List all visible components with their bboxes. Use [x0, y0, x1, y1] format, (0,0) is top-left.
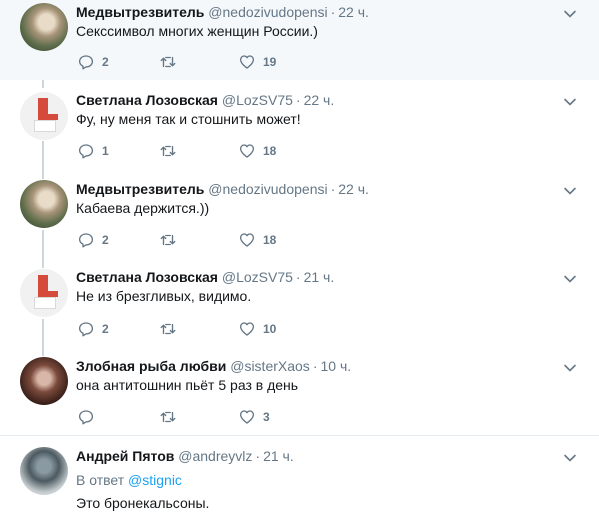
chevron-down-icon[interactable] — [562, 360, 578, 376]
retweet-button[interactable] — [159, 230, 184, 250]
tweet-text: она антитошнин пьёт 5 раз в день — [76, 377, 299, 393]
heart-icon — [239, 322, 255, 336]
chevron-down-icon[interactable] — [562, 450, 578, 466]
timestamp[interactable]: 21 ч. — [304, 269, 335, 285]
tweet-text: Это бронекальсоны. — [76, 495, 210, 511]
timestamp[interactable]: 10 ч. — [320, 358, 351, 374]
chevron-down-icon[interactable] — [562, 183, 578, 199]
reply-icon — [78, 322, 94, 337]
reply-count: 1 — [102, 144, 109, 158]
author-name[interactable]: Злобная рыба любви — [76, 358, 226, 374]
chevron-down-icon[interactable] — [562, 6, 578, 22]
retweet-button[interactable] — [159, 141, 184, 161]
like-button[interactable]: 10 — [238, 319, 276, 339]
retweet-button[interactable] — [159, 407, 184, 427]
author-handle[interactable]: @nedozivudopensi — [208, 181, 327, 197]
retweet-icon — [160, 411, 176, 423]
tweet-thread: Медвытрезвитель @nedozivudopensi · 22 ч. С… — [0, 0, 599, 521]
reply-button[interactable]: 2 — [77, 319, 109, 339]
heart-icon — [239, 55, 255, 69]
tweet-text: Не из брезгливых, видимо. — [76, 288, 252, 304]
tweet[interactable]: Светлана Лозовская @LozSV75 · 22 ч. Фу, ну… — [0, 88, 599, 177]
tweet[interactable]: Медвытрезвитель @nedozivudopensi · 22 ч. С… — [0, 0, 599, 80]
like-count: 18 — [263, 144, 277, 158]
tweet-header: Андрей Пятов @andreyvlz · 21 ч. — [76, 447, 294, 465]
timestamp[interactable]: 22 ч. — [338, 4, 369, 20]
tweet-header: Светлана Лозовская @LozSV75 · 21 ч. — [76, 268, 334, 286]
retweet-button[interactable] — [159, 52, 184, 72]
separator-dot: · — [295, 269, 301, 285]
chevron-down-icon[interactable] — [562, 271, 578, 287]
heart-icon — [239, 233, 255, 247]
avatar[interactable] — [20, 3, 68, 51]
author-name[interactable]: Медвытрезвитель — [76, 4, 204, 20]
author-name[interactable]: Светлана Лозовская — [76, 269, 218, 285]
like-button[interactable]: 18 — [238, 141, 276, 161]
like-count: 3 — [263, 410, 270, 424]
avatar[interactable] — [20, 269, 68, 317]
author-handle[interactable]: @nedozivudopensi — [208, 4, 327, 20]
tweet-text: Фу, ну меня так и стошнить может! — [76, 111, 301, 127]
avatar[interactable] — [20, 447, 68, 495]
author-handle[interactable]: @sisterXaos — [230, 358, 310, 374]
tweet-header: Светлана Лозовская @LozSV75 · 22 ч. — [76, 91, 334, 109]
author-name[interactable]: Светлана Лозовская — [76, 92, 218, 108]
timestamp[interactable]: 21 ч. — [263, 448, 294, 464]
reply-count: 2 — [102, 233, 109, 247]
author-handle[interactable]: @LozSV75 — [222, 92, 293, 108]
separator-dot: · — [295, 92, 301, 108]
reply-count: 2 — [102, 55, 109, 69]
retweet-icon — [160, 323, 176, 335]
avatar[interactable] — [20, 92, 68, 140]
reply-to-link[interactable]: @stignic — [128, 472, 182, 488]
reply-icon — [78, 410, 94, 425]
author-name[interactable]: Андрей Пятов — [76, 448, 174, 464]
avatar[interactable] — [20, 180, 68, 228]
reply-icon — [78, 55, 94, 70]
separator-dot: · — [312, 358, 318, 374]
avatar[interactable] — [20, 357, 68, 405]
like-count: 19 — [263, 55, 277, 69]
author-name[interactable]: Медвытрезвитель — [76, 181, 204, 197]
tweet-text: Кабаева держится.)) — [76, 200, 210, 216]
reply-icon — [78, 144, 94, 159]
tweet[interactable]: Андрей Пятов @andreyvlz · 21 ч. В ответ @s… — [0, 436, 599, 521]
heart-icon — [239, 410, 255, 424]
tweet-header: Медвытрезвитель @nedozivudopensi · 22 ч. — [76, 3, 369, 21]
retweet-icon — [160, 56, 176, 68]
like-button[interactable]: 19 — [238, 52, 276, 72]
like-count: 18 — [263, 233, 277, 247]
like-button[interactable]: 3 — [238, 407, 270, 427]
separator-dot: · — [255, 448, 261, 464]
timestamp[interactable]: 22 ч. — [338, 181, 369, 197]
avatar-shape — [34, 297, 56, 309]
reply-prefix: В ответ — [76, 472, 125, 488]
retweet-icon — [160, 145, 176, 157]
chevron-down-icon[interactable] — [562, 94, 578, 110]
author-handle[interactable]: @LozSV75 — [222, 269, 293, 285]
tweet-text: Секссимвол многих женщин России.) — [76, 23, 318, 39]
like-count: 10 — [263, 322, 277, 336]
reply-button[interactable]: 2 — [77, 230, 109, 250]
tweet[interactable]: Медвытрезвитель @nedozivudopensi · 22 ч. К… — [0, 177, 599, 266]
like-button[interactable]: 18 — [238, 230, 276, 250]
heart-icon — [239, 144, 255, 158]
reply-button[interactable]: 2 — [77, 52, 109, 72]
tweet-header: Злобная рыба любви @sisterXaos · 10 ч. — [76, 357, 351, 375]
separator-dot: · — [330, 181, 336, 197]
separator-dot: · — [330, 4, 336, 20]
tweet[interactable]: Светлана Лозовская @LozSV75 · 21 ч. Не из … — [0, 266, 599, 354]
retweet-icon — [160, 234, 176, 246]
tweet[interactable]: Злобная рыба любви @sisterXaos · 10 ч. она… — [0, 354, 599, 434]
tweet-header: Медвытрезвитель @nedozivudopensi · 22 ч. — [76, 180, 369, 198]
reply-context: В ответ @stignic — [76, 471, 182, 489]
reply-count: 2 — [102, 322, 109, 336]
author-handle[interactable]: @andreyvlz — [178, 448, 252, 464]
reply-button[interactable] — [77, 407, 102, 427]
avatar-shape — [34, 120, 56, 132]
retweet-button[interactable] — [159, 319, 184, 339]
reply-button[interactable]: 1 — [77, 141, 109, 161]
timestamp[interactable]: 22 ч. — [304, 92, 335, 108]
reply-icon — [78, 233, 94, 248]
